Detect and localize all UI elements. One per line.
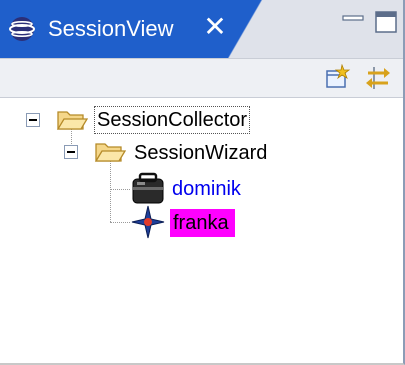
view-title: SessionView: [48, 16, 174, 41]
view-title-bar: SessionView ✕: [0, 0, 403, 58]
minimize-icon[interactable]: [342, 14, 364, 32]
bag-user-icon: [132, 172, 164, 204]
view-toolbar: [0, 58, 403, 98]
tab-slant: [228, 0, 268, 58]
open-folder-icon: [56, 111, 88, 130]
tree-node-session-wizard[interactable]: SessionWizard: [134, 140, 267, 166]
eclipse-view-icon: [9, 17, 35, 41]
tree-node-session-collector[interactable]: SessionCollector: [94, 106, 251, 134]
session-tree[interactable]: SessionCollector SessionWizard dominik f…: [0, 98, 403, 363]
collapse-toggle[interactable]: [64, 145, 78, 159]
tree-connector: [110, 222, 130, 223]
tree-connector: [110, 189, 130, 190]
tree-connector: [110, 160, 111, 222]
tree-node-dominik[interactable]: dominik: [172, 176, 241, 202]
sync-arrows-icon[interactable]: [364, 64, 392, 92]
session-view: SessionView ✕ SessionCollector SessionWi…: [0, 0, 405, 365]
tree-node-franka[interactable]: franka: [170, 209, 235, 237]
maximize-icon[interactable]: [374, 10, 398, 34]
collapse-toggle[interactable]: [26, 113, 40, 127]
open-folder-icon: [94, 143, 126, 162]
star-user-icon: [131, 205, 165, 239]
close-icon[interactable]: ✕: [202, 13, 228, 41]
new-session-icon[interactable]: [324, 64, 352, 92]
